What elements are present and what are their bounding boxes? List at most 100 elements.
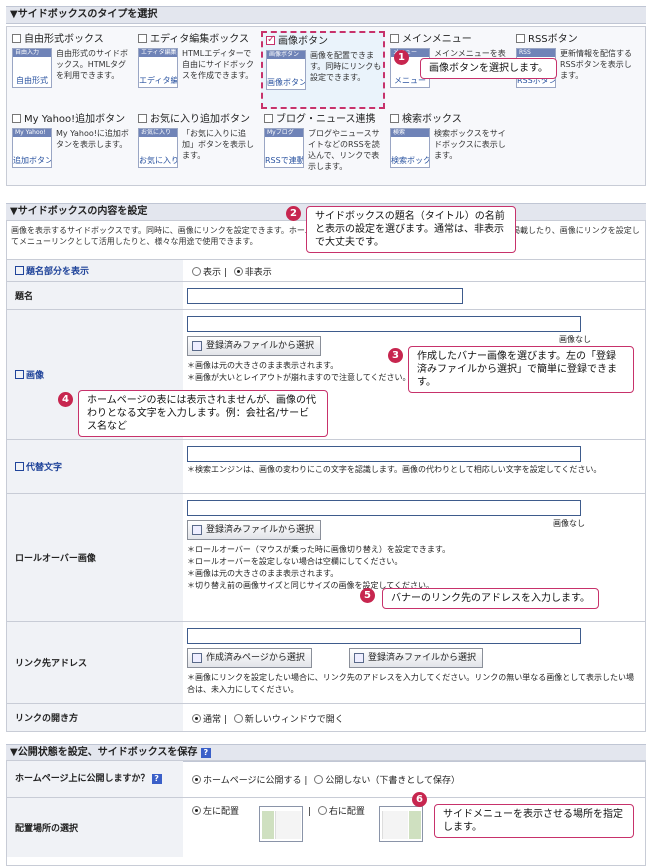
placement-label: 配置場所の選択 <box>7 798 183 857</box>
type-description: ブログやニュースサイトなどのRSSを読込んで、リンクで表示します。 <box>308 129 380 171</box>
type-description: My Yahoo!に追加ボタンを表示します。 <box>56 129 129 149</box>
callout-2: サイドボックスの題名（タイトル）の名前と表示の設定を選びます。通常は、非表示で大… <box>306 206 516 253</box>
image-none-text: 画像なし <box>559 335 591 344</box>
type-option-label[interactable]: メインメニュー <box>390 33 508 46</box>
type-option[interactable]: My Yahoo!追加ボタン My Yahoo! 追加ボタン My Yahoo!に追加… <box>9 111 133 189</box>
row-link: リンク先アドレス 作成済みページから選択 登録済みファイルから選択 ＊画像にリン… <box>7 621 645 703</box>
radio-publish[interactable] <box>192 775 201 784</box>
link-file-button[interactable]: 登録済みファイルから選択 <box>349 648 484 668</box>
type-thumbnail-icon: 画像ボタン 画像ボタン <box>266 50 306 90</box>
help-icon[interactable]: ? <box>151 774 162 784</box>
type-option[interactable]: エディタ編集ボックスエディタ編集エディタ編集HTMLエディターで自由にサイドボッ… <box>135 31 259 109</box>
row-alt: 代替文字 ＊検索エンジンは、画像の変わりにこの文字を認識します。画像の代わりとし… <box>7 439 645 493</box>
row-open: リンクの開き方 通常 | 新しいウィンドウで開く <box>7 703 645 731</box>
layout-left-icon[interactable] <box>259 806 303 842</box>
edit-icon <box>15 266 24 275</box>
checkbox[interactable] <box>12 114 21 123</box>
type-thumbnail-icon: My Yahoo! 追加ボタン <box>12 128 52 168</box>
layout-right-icon[interactable] <box>379 806 423 842</box>
callout-2-number: 2 <box>286 206 301 221</box>
type-grid: 自由形式ボックス自由入力 自由形式 自由形式のサイドボックス。HTMLタグを利用でき… <box>6 26 646 186</box>
image-note-2: ＊画像が大いとレイアウトが崩れますので注意してください。 <box>187 373 411 382</box>
rollover-note-3: ＊画像は元の大きさのまま表示されます。 <box>187 569 339 578</box>
rollover-path-input[interactable] <box>187 500 581 516</box>
publish-label: ホームページ上に公開しますか？ ? <box>7 761 183 797</box>
callout-3: 作成したバナー画像を選びます。左の「登録済みファイルから選択」で簡単に登録できま… <box>408 346 634 393</box>
page-icon <box>192 653 202 663</box>
row-title-display: 題名部分を表示 表示 | 非表示 <box>7 259 645 281</box>
file-icon <box>192 525 202 535</box>
type-thumbnail-icon: 自由入力 自由形式 <box>12 48 52 88</box>
checkbox[interactable] <box>12 34 21 43</box>
type-option[interactable]: 画像ボタン画像ボタン画像ボタン画像を配置できます。同時にリンクも設定できます。 <box>261 31 385 109</box>
rollover-note-1: ＊ロールオーバー（マウスが乗った時に画像切り替え）を設定できます。 <box>187 545 451 554</box>
link-page-button[interactable]: 作成済みページから選択 <box>187 648 312 668</box>
alt-note: ＊検索エンジンは、画像の変わりにこの文字を認識します。画像の代わりとして相応しい… <box>187 465 602 474</box>
type-description: 自由形式のサイドボックス。HTMLタグを利用できます。 <box>56 49 128 80</box>
callout-4-number: 4 <box>58 392 73 407</box>
checkbox[interactable] <box>138 34 147 43</box>
checkbox[interactable] <box>138 114 147 123</box>
type-description: HTMLエディターで自由にサイドボックスを作成できます。 <box>182 49 254 80</box>
checkbox[interactable] <box>516 34 525 43</box>
type-option[interactable]: ブログ・ニュース連携 Myブログ RSSで連動 ブログやニュースサイトなどのRSSを読… <box>261 111 385 189</box>
type-option-label[interactable]: 画像ボタン <box>266 33 380 48</box>
type-option-label[interactable]: お気に入り追加ボタン <box>138 113 256 126</box>
edit-icon <box>15 462 24 471</box>
radio-title-hide[interactable] <box>233 267 243 276</box>
radio-place-right[interactable] <box>317 806 327 815</box>
type-description: 「お気に入りに追加」ボタンを表示します。 <box>182 129 254 160</box>
link-note: ＊画像にリンクを設定したい場合に、リンク先のアドレスを入力してください。リンクの… <box>187 673 635 694</box>
rollover-select-button[interactable]: 登録済みファイルから選択 <box>187 520 322 540</box>
checkbox[interactable] <box>264 114 273 123</box>
type-description: 検索ボックスをサイドボックスに表示します。 <box>434 129 506 160</box>
radio-open-new[interactable] <box>233 714 243 723</box>
alt-input[interactable] <box>187 446 581 462</box>
type-option-label[interactable]: 自由形式ボックス <box>12 33 130 46</box>
content-form: 画像を表示するサイドボックスです。同時に、画像にリンクを設定できます。ホームペー… <box>6 220 646 732</box>
file-icon <box>192 341 202 351</box>
type-option[interactable]: お気に入り追加ボタン お気に入り お気に入り 「お気に入りに追加」ボタンを表示します。 <box>135 111 259 189</box>
rollover-label: ロールオーバー画像 <box>7 494 183 621</box>
type-option[interactable]: 検索ボックス検索検索ボックス検索ボックスをサイドボックスに表示します。 <box>387 111 511 189</box>
open-label: リンクの開き方 <box>7 704 183 731</box>
radio-open-normal[interactable] <box>192 714 201 723</box>
callout-6-number: 6 <box>412 792 427 807</box>
callout-1: 画像ボタンを選択します。 <box>420 58 557 79</box>
type-thumbnail-icon: Myブログ RSSで連動 <box>264 128 304 168</box>
help-icon[interactable]: ? <box>200 748 211 758</box>
radio-draft[interactable] <box>314 775 324 784</box>
checkbox[interactable] <box>266 33 275 46</box>
image-select-button[interactable]: 登録済みファイルから選択 <box>187 336 322 356</box>
callout-4: ホームページの表には表示されませんが、画像の代わりとなる文字を入力します。例：会… <box>78 390 328 437</box>
alt-label: 代替文字 <box>7 440 183 493</box>
callout-3-number: 3 <box>388 348 403 363</box>
name-label: 題名 <box>7 282 183 309</box>
radio-title-show[interactable] <box>192 267 201 276</box>
type-thumbnail-icon: 検索検索ボックス <box>390 128 430 168</box>
type-option-label[interactable]: RSSボタン <box>516 33 634 46</box>
radio-place-left[interactable] <box>192 806 201 815</box>
callout-1-number: 1 <box>394 50 409 65</box>
link-input[interactable] <box>187 628 581 644</box>
name-input[interactable] <box>187 288 463 304</box>
type-description: 更新情報を配信するRSSボタンを表示します。 <box>560 49 632 80</box>
checkbox[interactable] <box>390 114 399 123</box>
rollover-none-text: 画像なし <box>553 519 585 528</box>
edit-icon <box>15 370 24 379</box>
image-note-1: ＊画像は元の大きさのまま表示されます。 <box>187 361 339 370</box>
row-publish: ホームページ上に公開しますか？ ? ホームページに公開する | 公開しない（下書… <box>7 761 645 797</box>
type-option-label[interactable]: エディタ編集ボックス <box>138 33 256 46</box>
row-name: 題名 <box>7 281 645 309</box>
type-option-label[interactable]: ブログ・ニュース連携 <box>264 113 382 126</box>
checkbox[interactable] <box>390 34 399 43</box>
type-description: 画像を配置できます。同時にリンクも設定できます。 <box>310 51 382 82</box>
callout-5: バナーのリンク先のアドレスを入力します。 <box>382 588 599 609</box>
title-display-label: 題名部分を表示 <box>7 260 183 281</box>
callout-6: サイドメニューを表示させる場所を指定します。 <box>434 804 634 838</box>
link-label: リンク先アドレス <box>7 622 183 703</box>
type-option[interactable]: 自由形式ボックス自由入力 自由形式 自由形式のサイドボックス。HTMLタグを利用でき… <box>9 31 133 109</box>
type-option-label[interactable]: 検索ボックス <box>390 113 508 126</box>
type-option-label[interactable]: My Yahoo!追加ボタン <box>12 113 130 126</box>
image-path-input[interactable] <box>187 316 581 332</box>
